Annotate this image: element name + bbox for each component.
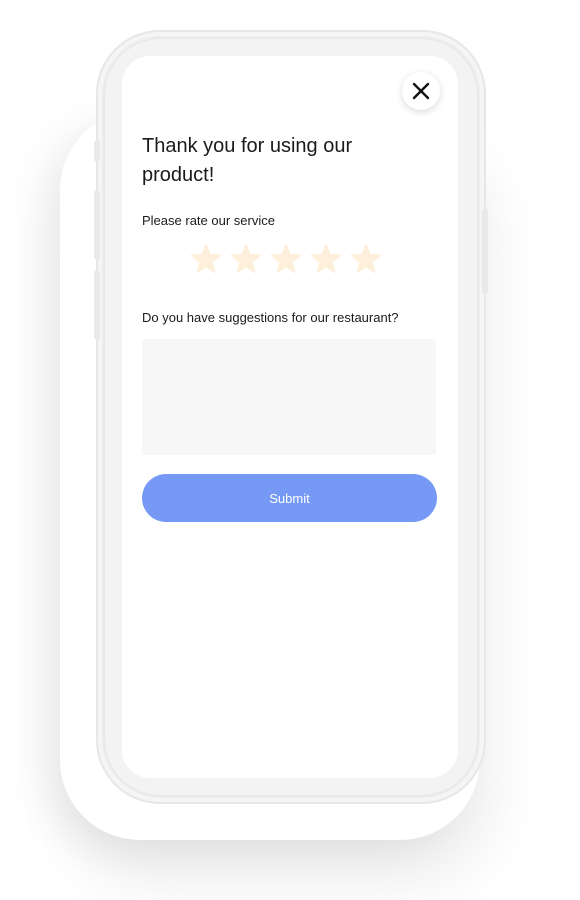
mute-switch	[94, 140, 100, 162]
suggestions-label: Do you have suggestions for our restaura…	[142, 310, 399, 325]
volume-down-button	[94, 270, 100, 340]
star-icon[interactable]	[228, 239, 264, 279]
close-icon	[412, 82, 430, 100]
volume-up-button	[94, 190, 100, 260]
star-icon[interactable]	[268, 239, 304, 279]
power-button	[482, 208, 488, 294]
submit-button[interactable]: Submit	[142, 474, 437, 522]
rating-label: Please rate our service	[142, 213, 275, 228]
star-icon[interactable]	[348, 239, 384, 279]
star-icon[interactable]	[308, 239, 344, 279]
star-icon[interactable]	[188, 239, 224, 279]
suggestions-input[interactable]	[142, 339, 436, 455]
star-rating	[188, 239, 384, 279]
feedback-dialog: Thank you for using our product! Please …	[122, 56, 458, 778]
close-button[interactable]	[402, 72, 440, 110]
dialog-title: Thank you for using our product!	[142, 135, 353, 186]
